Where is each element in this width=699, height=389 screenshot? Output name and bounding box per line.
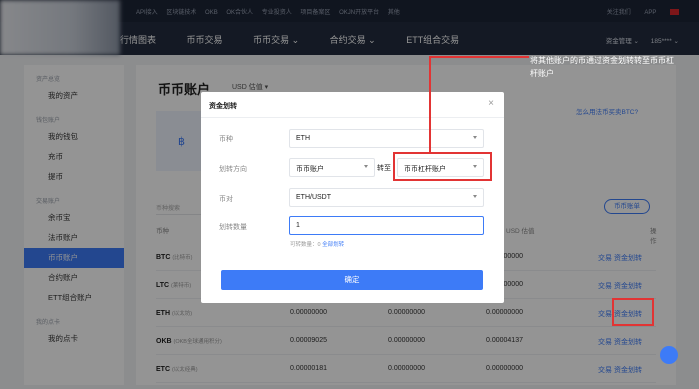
coin-select-value: ETH: [296, 135, 310, 142]
available-amount: 可转数量：0 全部划转: [290, 240, 344, 248]
pair-label: 币对: [219, 196, 233, 203]
close-icon[interactable]: ×: [488, 98, 494, 109]
to-label: 转至: [377, 165, 391, 172]
amount-input[interactable]: 1: [289, 216, 484, 235]
direction-label: 划转方向: [219, 166, 247, 173]
coin-select[interactable]: ETH: [289, 129, 484, 148]
transfer-dialog: 资金划转 × 币种 ETH 划转方向 币币账户 转至 币币杠杆账户 币对 ETH…: [201, 92, 504, 303]
pair-select-value: ETH/USDT: [296, 194, 331, 201]
from-account-select[interactable]: 币币账户: [289, 158, 375, 177]
chevron-down-icon: [473, 195, 477, 198]
available-text: 可转数量：0: [290, 242, 321, 248]
annotation-line: [429, 56, 431, 152]
help-chat-icon[interactable]: [660, 346, 678, 364]
divider: [201, 117, 504, 118]
amount-value: 1: [296, 222, 300, 229]
chevron-down-icon: [364, 165, 368, 168]
annotation-line: [429, 56, 529, 58]
amount-label: 划转数量: [219, 224, 247, 231]
highlight-transfer-link: [612, 298, 654, 326]
confirm-button[interactable]: 确定: [221, 270, 483, 290]
dialog-title: 资金划转: [209, 103, 237, 110]
coin-label: 币种: [219, 136, 233, 143]
transfer-all-link[interactable]: 全部划转: [322, 242, 344, 248]
pair-select[interactable]: ETH/USDT: [289, 188, 484, 207]
chevron-down-icon: [473, 136, 477, 139]
highlight-to-account: [393, 152, 492, 181]
annotation-tip: 将其他账户的币通过资金划转转至币币杠杆账户: [530, 56, 674, 78]
from-account-value: 币币账户: [296, 166, 324, 173]
